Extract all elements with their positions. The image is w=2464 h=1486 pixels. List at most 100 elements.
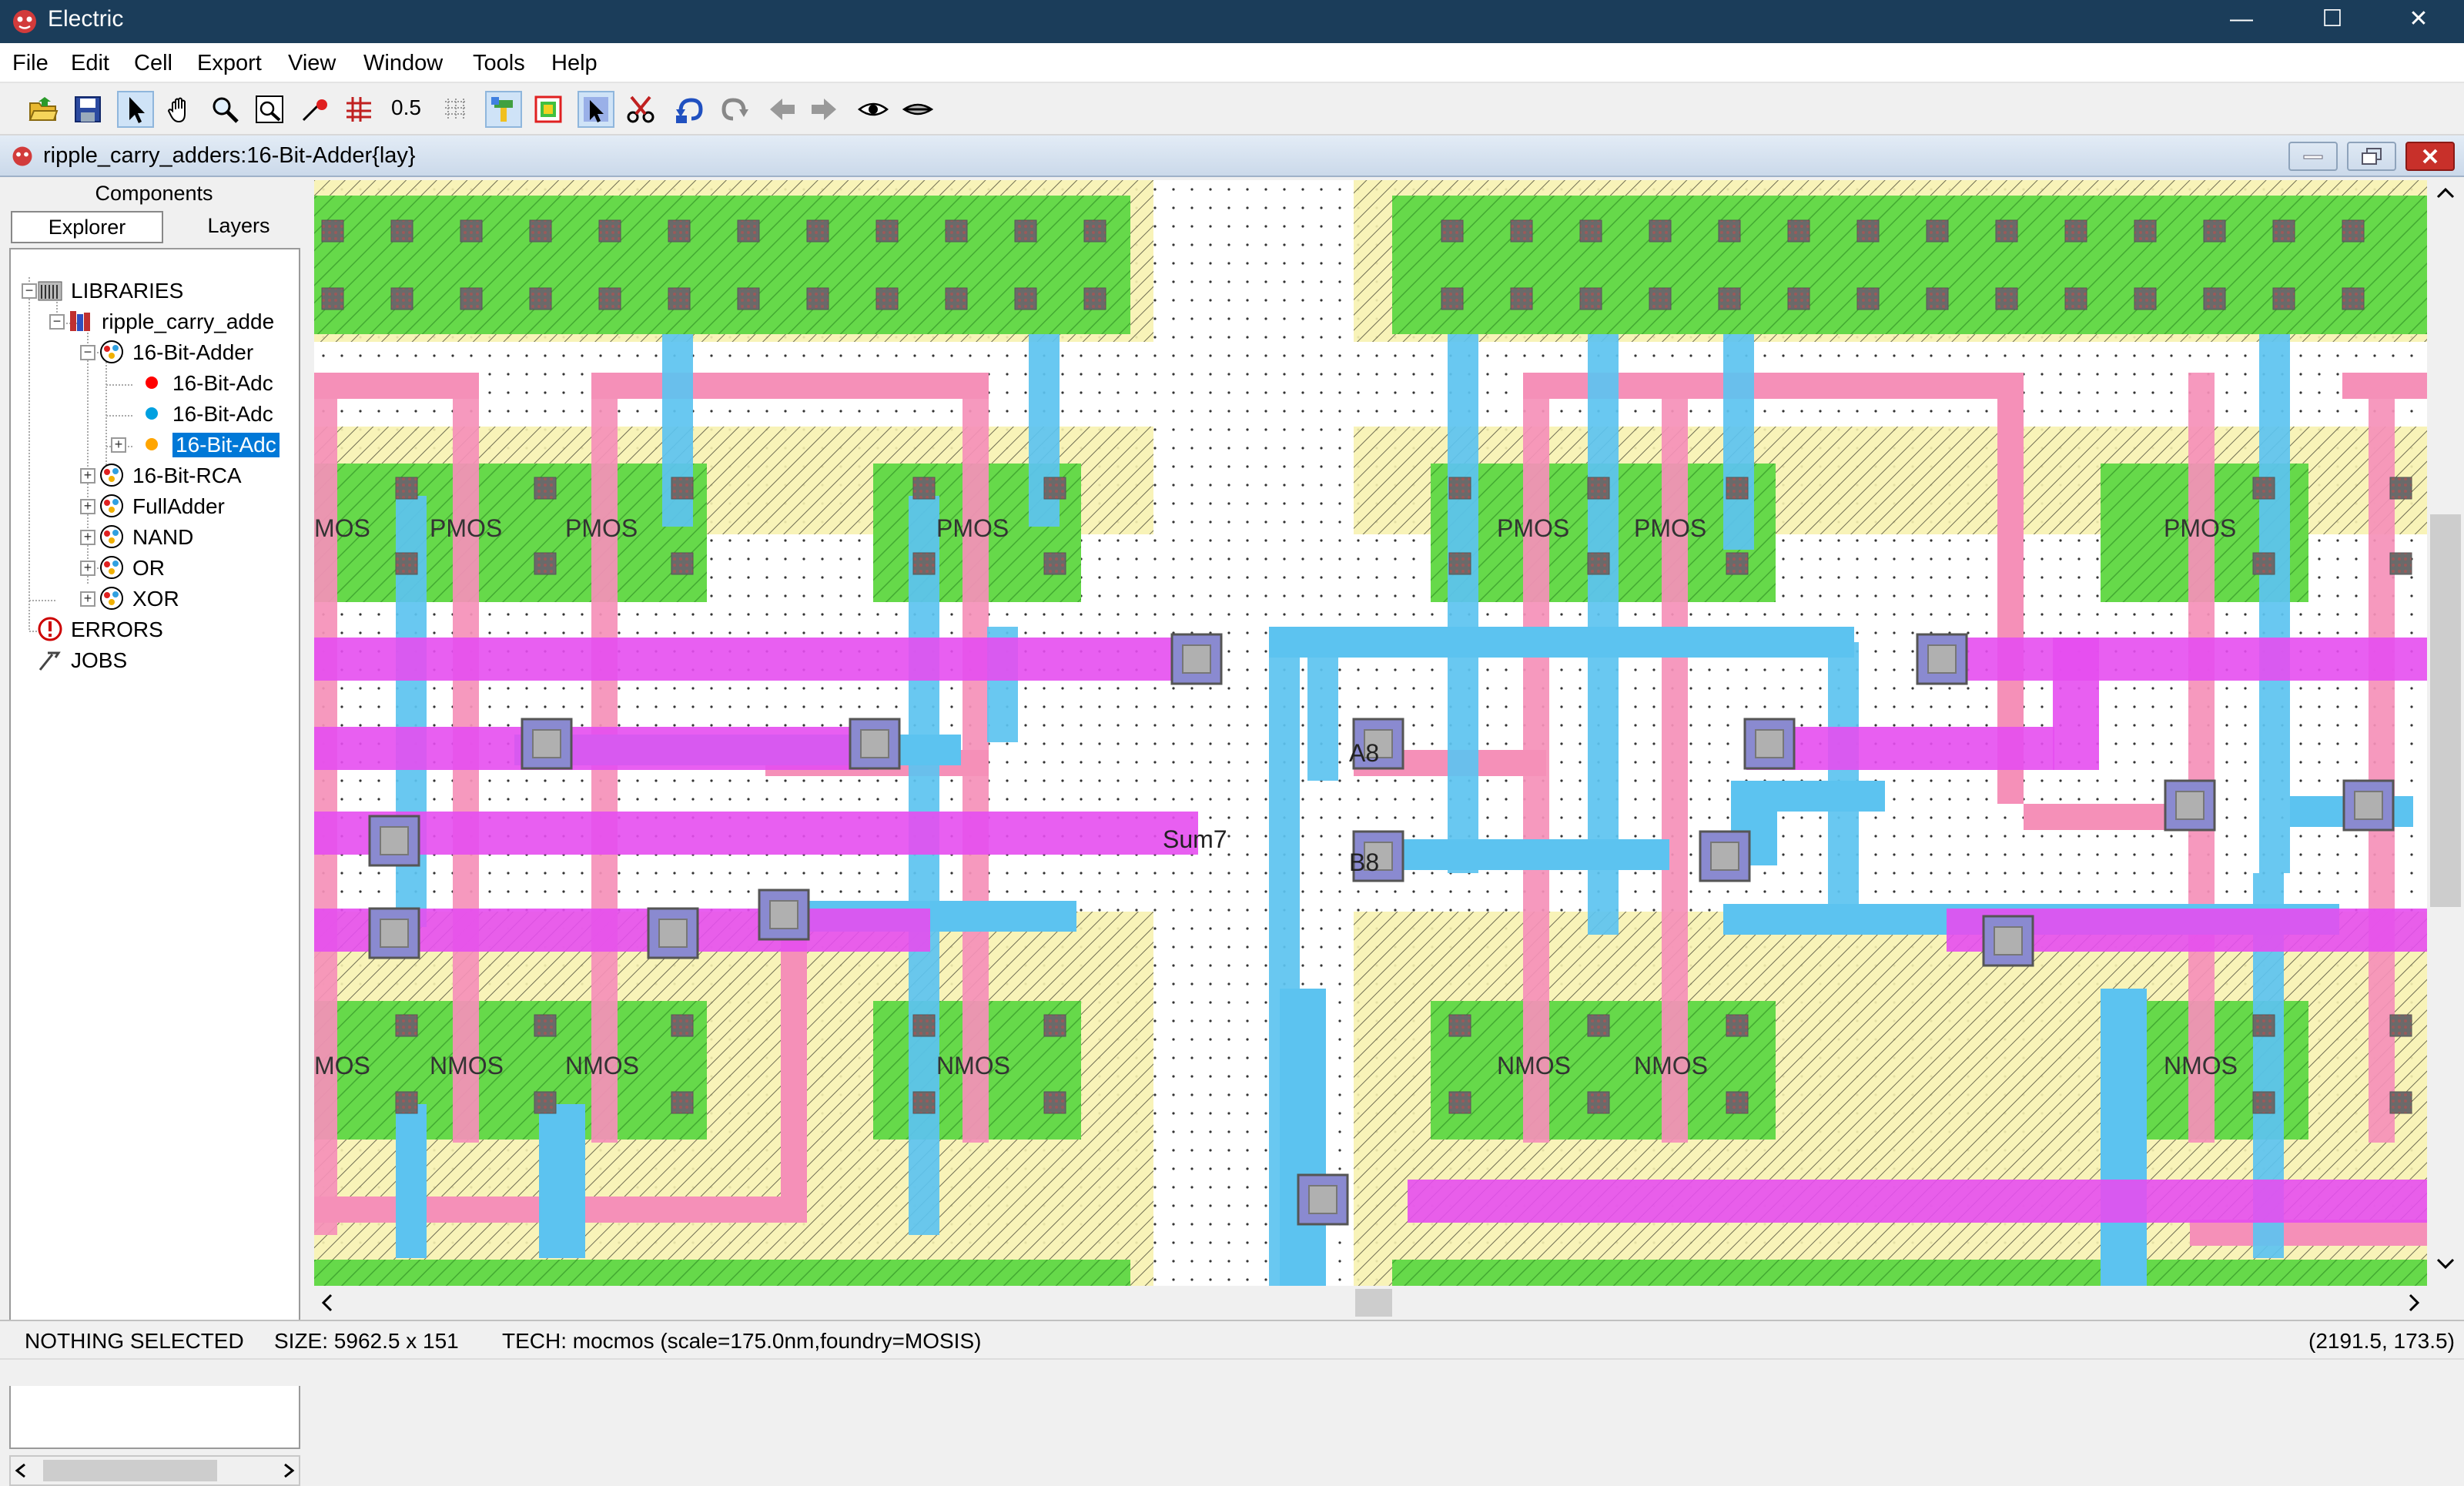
label-b8[interactable]: B8 [1349,848,1379,877]
tree-item[interactable]: + XOR [11,584,299,614]
contact-cut[interactable] [875,287,899,310]
outline-icon[interactable] [296,91,333,128]
contact-cut[interactable] [912,1014,936,1037]
contact-cut[interactable] [2389,477,2412,500]
menu-edit[interactable]: Edit [71,51,109,76]
redo-icon[interactable] [716,91,753,128]
contact-cut[interactable] [737,219,760,243]
menu-export[interactable]: Export [197,51,262,76]
contact-cut[interactable] [2389,1014,2412,1037]
contact-cut[interactable] [2272,219,2295,243]
contact-cut[interactable] [1926,219,1949,243]
contact-cut[interactable] [2272,287,2295,310]
contact-cut[interactable] [1718,219,1741,243]
contact-cut[interactable] [1649,287,1672,310]
metal2-wire[interactable] [1408,1180,2427,1223]
tree-item[interactable]: − 16-Bit-Adder [11,337,299,368]
close-button[interactable]: ✕ [2373,0,2464,43]
metal2-wire[interactable] [314,812,1198,855]
contact-cut[interactable] [1043,1014,1066,1037]
layout-canvas[interactable]: A8 B8 Sum7 MOS PMOS PMOS PMOS PMOS PMOS … [314,180,2427,1286]
metal1-wire[interactable] [1448,334,1478,873]
contact-cut[interactable] [395,1014,418,1037]
contact-cut[interactable] [2342,287,2365,310]
contact-cut[interactable] [529,219,552,243]
contact-cut[interactable] [460,219,483,243]
contact-cut[interactable] [2203,219,2226,243]
menu-help[interactable]: Help [551,51,598,76]
contact-cut[interactable] [945,219,968,243]
contact-cut[interactable] [1787,219,1810,243]
hide-icon[interactable] [899,91,936,128]
contact-cut[interactable] [1083,287,1106,310]
via-cut[interactable] [532,729,561,758]
contact-cut[interactable] [2342,219,2365,243]
contact-cut[interactable] [1014,219,1037,243]
contact-cut[interactable] [534,552,557,575]
contact-cut[interactable] [2252,1091,2275,1114]
show-icon[interactable] [855,91,892,128]
measure-icon[interactable] [485,91,522,128]
tree-expander-icon[interactable]: + [80,561,95,576]
zoom-icon[interactable] [206,91,243,128]
menu-tools[interactable]: Tools [473,51,525,76]
contact-cut[interactable] [2252,552,2275,575]
contact-cut[interactable] [1448,1091,1471,1114]
tree-expander-icon[interactable]: + [80,499,95,514]
menu-view[interactable]: View [288,51,336,76]
metal2-wire[interactable] [314,727,869,770]
label-a8[interactable]: A8 [1349,739,1379,768]
metal1-wire[interactable] [2101,989,2147,1286]
tree-item[interactable]: + OR [11,553,299,584]
place-icon[interactable] [530,91,567,128]
contact-cut[interactable] [1995,287,2018,310]
contact-cut[interactable] [668,219,691,243]
menu-window[interactable]: Window [363,51,443,76]
contact-cut[interactable] [390,287,413,310]
contact-cut[interactable] [529,287,552,310]
contact-cut[interactable] [1787,287,1810,310]
via-cut[interactable] [769,900,798,929]
contact-cut[interactable] [1441,287,1464,310]
label-sum7[interactable]: Sum7 [1163,825,1227,854]
active-region-hatch[interactable] [1392,196,2427,334]
maximize-button[interactable]: ☐ [2287,0,2378,43]
zoom-fit-icon[interactable] [251,91,288,128]
tree-expander-icon[interactable]: + [80,530,95,545]
contact-cut[interactable] [671,552,694,575]
poly-wire[interactable] [1662,373,1688,1143]
contact-cut[interactable] [806,219,829,243]
grid-align-icon[interactable] [437,91,474,128]
forward-arrow-icon[interactable] [805,91,842,128]
contact-cut[interactable] [912,552,936,575]
contact-cut[interactable] [390,219,413,243]
tree-item[interactable]: + FullAdder [11,491,299,522]
active-region-hatch[interactable] [314,1260,1130,1286]
select-area-icon[interactable] [578,91,614,128]
contact-cut[interactable] [2252,1014,2275,1037]
active-region-hatch[interactable] [1392,1260,2427,1286]
tree-expander-icon[interactable]: + [80,468,95,484]
via-cut[interactable] [1710,842,1739,871]
grid-value[interactable]: 0.5 [391,95,421,120]
contact-cut[interactable] [395,477,418,500]
contact-cut[interactable] [1587,1014,1610,1037]
contact-cut[interactable] [1083,219,1106,243]
tab-layers[interactable]: Layers [163,211,314,243]
contact-cut[interactable] [460,287,483,310]
metal1-wire[interactable] [1731,781,1885,812]
tree-item[interactable]: + NAND [11,522,299,553]
via-cut[interactable] [1755,729,1784,758]
back-arrow-icon[interactable] [764,91,801,128]
contact-cut[interactable] [2064,287,2087,310]
metal1-wire[interactable] [1269,627,1635,658]
metal1-wire[interactable] [1588,627,1854,658]
contact-cut[interactable] [534,477,557,500]
poly-wire[interactable] [2024,804,2178,830]
tree-expander-icon[interactable]: − [49,314,65,330]
tree-expander-icon[interactable]: + [80,591,95,607]
tree-expander-icon[interactable]: + [111,437,126,453]
contact-cut[interactable] [1649,219,1672,243]
pan-hand-icon[interactable] [162,91,199,128]
tree-item[interactable]: 16-Bit-Adc [11,368,299,399]
